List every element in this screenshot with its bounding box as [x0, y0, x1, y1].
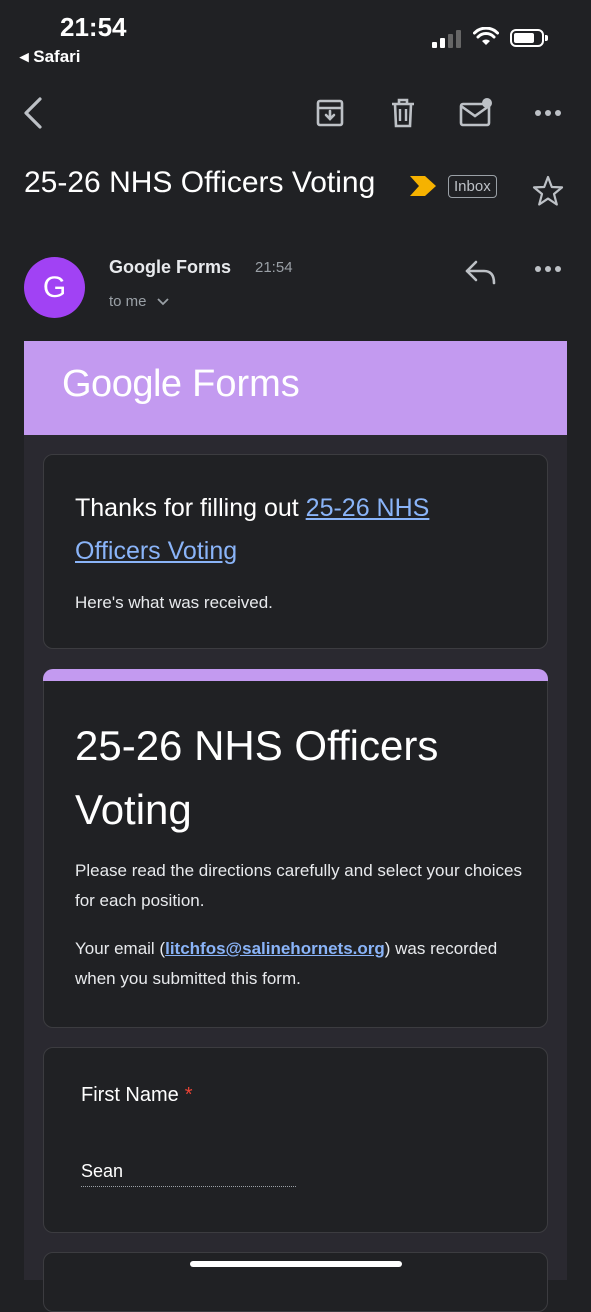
form-description: Please read the directions carefully and…	[75, 861, 522, 910]
wifi-icon	[473, 27, 499, 45]
google-forms-logo: Google Forms	[62, 363, 300, 405]
more-icon[interactable]	[530, 95, 566, 131]
subject-row: 25-26 NHS Officers Voting Inbox	[24, 163, 569, 213]
email-time: 21:54	[255, 259, 293, 276]
status-time: 21:54	[60, 12, 127, 42]
received-note: Here's what was received.	[75, 593, 273, 612]
inbox-label-chip[interactable]: Inbox	[448, 175, 497, 198]
archive-icon[interactable]	[312, 95, 348, 131]
answer-value: Sean	[81, 1161, 296, 1187]
status-bar: 21:54 ◂ Safari	[0, 0, 591, 72]
mark-unread-icon[interactable]	[458, 95, 494, 131]
email-subject: 25-26 NHS Officers Voting	[24, 166, 376, 199]
thanks-card: Thanks for filling out 25-26 NHS Officer…	[43, 454, 548, 649]
cellular-signal-icon	[432, 30, 462, 48]
respondent-email-link[interactable]: litchfos@salinehornets.org	[165, 939, 385, 958]
star-icon[interactable]	[532, 175, 564, 207]
email-recorded-note: Your email (litchfos@salinehornets.org) …	[75, 939, 498, 988]
question-card: First Name * Sean	[43, 1047, 548, 1233]
form-summary-card: 25-26 NHS Officers Voting Please read th…	[43, 669, 548, 1028]
thanks-message: Thanks for filling out 25-26 NHS Officer…	[75, 494, 430, 565]
home-indicator[interactable]	[190, 1261, 402, 1267]
back-to-safari-link[interactable]: ◂ Safari	[20, 47, 81, 67]
sender-name: Google Forms	[109, 257, 232, 277]
chevron-down-icon	[157, 298, 169, 306]
trash-icon[interactable]	[385, 95, 421, 131]
back-arrow-icon[interactable]	[16, 95, 52, 131]
email-body: Google Forms Thanks for filling out 25-2…	[24, 341, 567, 1312]
sender-row: G Google Forms 21:54 to me	[24, 255, 569, 325]
form-accent-stripe	[43, 669, 548, 681]
avatar[interactable]: G	[24, 257, 85, 318]
more-icon[interactable]	[534, 265, 562, 273]
reply-icon[interactable]	[464, 259, 498, 287]
recipient-details-toggle[interactable]: to me	[109, 293, 169, 310]
recipient-text: to me	[109, 293, 147, 310]
form-title: 25-26 NHS Officers Voting	[75, 722, 439, 833]
battery-icon	[510, 29, 548, 47]
forms-header-banner: Google Forms	[24, 341, 567, 435]
required-asterisk: *	[184, 1084, 193, 1106]
importance-marker-icon[interactable]	[410, 176, 436, 196]
question-label: First Name *	[81, 1084, 193, 1106]
email-toolbar	[0, 85, 591, 141]
